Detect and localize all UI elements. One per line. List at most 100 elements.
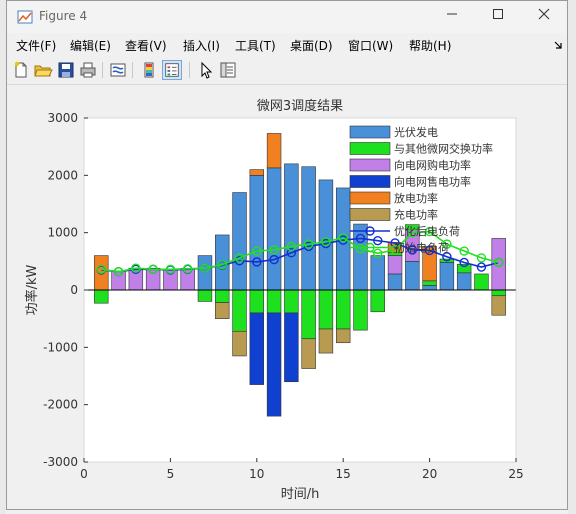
close-icon	[538, 8, 550, 20]
legend-label: 初始电负荷	[394, 241, 449, 255]
bar-向电网售电功率-10	[249, 312, 265, 385]
legend-button[interactable]	[162, 60, 182, 80]
legend-swatch-充电功率	[349, 208, 391, 221]
bar-向电网购电功率-6	[180, 267, 195, 291]
print-icon	[80, 62, 96, 78]
chart[interactable]: 0 5 10 15 20 25 -3000 -2000 -1000 0 1000 2000 3000 微…	[8, 85, 566, 509]
bar-充电功率-24	[491, 295, 506, 316]
maximize-button[interactable]	[475, 1, 521, 33]
legend-label: 放电功率	[394, 191, 438, 205]
y-tick-label: 2000	[47, 168, 78, 182]
bar-与其他微网交换功率-17	[370, 289, 385, 313]
bar-与其他微网交换功率-10	[249, 289, 265, 314]
menu-file[interactable]: 文件(F)	[16, 37, 56, 54]
bar-光伏发电-22	[456, 272, 472, 291]
menu-desktop[interactable]: 桌面(D)	[290, 37, 333, 54]
bar-向电网购电功率-2	[111, 270, 126, 291]
colorbar-icon	[144, 62, 154, 78]
bar-充电功率-13	[301, 338, 316, 369]
y-tick-label: 1000	[47, 226, 78, 240]
link-plot-button[interactable]	[108, 60, 128, 80]
x-tick-label: 15	[336, 467, 351, 481]
bar-光伏发电-18	[387, 273, 403, 291]
bar-与其他微网交换功率-22	[456, 263, 472, 274]
bar-与其他微网交换功率-1	[94, 289, 109, 304]
maximize-icon	[493, 9, 503, 19]
bar-向电网购电功率-5	[163, 269, 178, 291]
bar-光伏发电-9	[232, 192, 247, 291]
legend-label: 充电功率	[394, 208, 438, 222]
bar-与其他微网交换功率-12	[284, 289, 299, 314]
legend-label: 优化后电负荷	[394, 224, 460, 238]
bar-光伏发电-19	[405, 261, 420, 291]
bar-与其他微网交换功率-9	[232, 289, 247, 332]
bar-与其他微网交换功率-16	[353, 289, 368, 331]
bar-光伏发电-20	[422, 285, 437, 291]
x-tick-label: 5	[167, 467, 175, 481]
bar-与其他微网交换功率-8	[215, 289, 230, 303]
pointer-icon	[201, 61, 213, 79]
menu-view[interactable]: 查看(V)	[125, 37, 167, 54]
print-button[interactable]	[78, 60, 98, 80]
open-button[interactable]	[33, 60, 53, 80]
legend-label: 光伏发电	[394, 125, 438, 139]
bar-光伏发电-13	[301, 166, 316, 291]
legend-swatch-与其他微网交换功率	[349, 142, 391, 155]
minimize-icon	[447, 13, 457, 15]
legend-swatch-向电网购电功率	[349, 158, 391, 172]
menu-insert[interactable]: 插入(I)	[183, 37, 220, 54]
legend-swatch-光伏发电	[349, 125, 391, 139]
bar-与其他微网交换功率-24	[491, 289, 506, 297]
new-figure-icon	[14, 61, 27, 78]
minimize-button[interactable]	[429, 1, 475, 33]
menu-help[interactable]: 帮助(H)	[409, 37, 451, 54]
menu-window[interactable]: 窗口(W)	[348, 37, 393, 54]
close-button[interactable]	[521, 1, 567, 33]
menu-bar: 文件(F) 编辑(E) 查看(V) 插入(I) 工具(T) 桌面(D) 窗口(W…	[7, 34, 567, 56]
y-tick-label: 3000	[47, 111, 78, 125]
menu-edit[interactable]: 编辑(E)	[70, 37, 111, 54]
y-tick-label: -2000	[43, 398, 78, 412]
menu-tools[interactable]: 工具(T)	[235, 37, 276, 54]
bar-光伏发电-10	[249, 175, 265, 291]
y-tick-label: -3000	[43, 455, 78, 469]
figure-window: Figure 4 文件(F) 编辑(E) 查看(V) 插入(I) 工具(T) 桌…	[6, 0, 568, 510]
legend-label: 与其他微网交换功率	[394, 142, 493, 156]
bar-与其他微网交换功率-7	[197, 289, 213, 302]
bar-与其他微网交换功率-23	[474, 273, 489, 291]
x-tick-label: 0	[80, 467, 88, 481]
bar-光伏发电-11	[266, 167, 282, 291]
legend-label: 向电网售电功率	[394, 175, 471, 189]
new-figure-button[interactable]	[11, 60, 31, 80]
legend-swatch-放电功率	[349, 191, 391, 205]
bar-向电网购电功率-18	[387, 255, 403, 275]
x-tick-label: 20	[422, 467, 437, 481]
toolbar	[7, 58, 567, 85]
chart-title: 微网3调度结果	[257, 98, 343, 114]
edit-plot-button[interactable]	[196, 60, 216, 80]
toolbar-separator	[132, 62, 133, 78]
colorbar-button[interactable]	[139, 60, 159, 80]
bar-与其他微网交换功率-14	[318, 289, 334, 330]
property-inspector-button[interactable]	[218, 60, 238, 80]
bar-放电功率-10	[249, 169, 265, 176]
y-tick-label: 0	[70, 283, 78, 297]
right-background-strip	[568, 0, 576, 514]
open-folder-icon	[34, 65, 53, 77]
bar-光伏发电-14	[318, 179, 334, 291]
y-axis-label: 功率/kW	[24, 264, 40, 315]
save-icon	[58, 62, 74, 78]
link-plot-icon	[110, 63, 126, 77]
toolbar-separator	[189, 62, 190, 78]
bar-充电功率-15	[335, 328, 351, 344]
bar-充电功率-8	[215, 302, 230, 319]
bar-充电功率-14	[318, 328, 334, 354]
dock-arrow-icon[interactable]	[553, 40, 563, 50]
x-tick-label: 25	[508, 467, 523, 481]
legend-icon	[165, 63, 179, 77]
title-bar[interactable]: Figure 4	[7, 1, 567, 33]
save-button[interactable]	[56, 60, 76, 80]
bar-向电网售电功率-12	[284, 312, 299, 383]
bar-与其他微网交换功率-11	[266, 289, 282, 314]
figure-canvas: 0 5 10 15 20 25 -3000 -2000 -1000 0 1000 2000 3000 微…	[8, 85, 566, 509]
